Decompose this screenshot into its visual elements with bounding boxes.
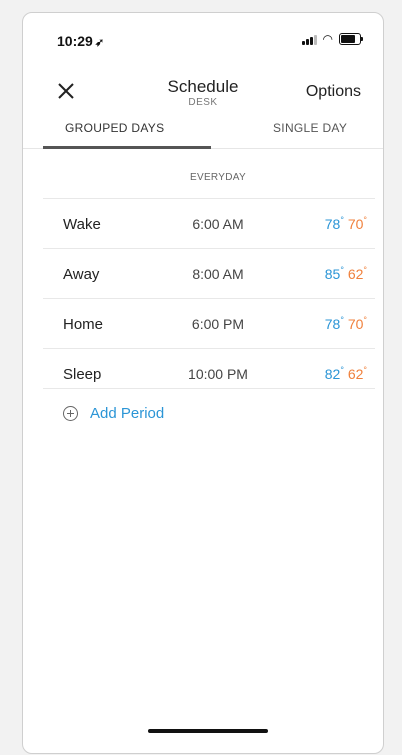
options-button[interactable]: Options	[306, 83, 361, 101]
period-name: Away	[63, 266, 100, 283]
period-time: 10:00 PM	[188, 366, 248, 382]
tab-single-day[interactable]: SINGLE DAY	[273, 121, 347, 135]
degree-symbol: °	[340, 265, 344, 275]
column-header-everyday: EVERYDAY	[190, 172, 246, 183]
add-period-button[interactable]: Add Period	[63, 405, 164, 422]
period-row-wake[interactable]: Wake 6:00 AM 78° 70°	[43, 198, 375, 249]
period-name: Sleep	[63, 366, 102, 383]
clock: 10:29	[57, 33, 93, 49]
degree-symbol: °	[363, 215, 367, 225]
heat-setpoint: 62	[347, 266, 364, 282]
period-name: Wake	[63, 216, 101, 233]
cool-setpoint: 82	[324, 366, 341, 382]
cool-setpoint: 78	[324, 316, 341, 332]
status-time: 10:29 ➶	[57, 33, 104, 49]
add-period-label: Add Period	[90, 405, 165, 422]
degree-symbol: °	[363, 365, 367, 375]
period-time: 8:00 AM	[192, 266, 244, 282]
location-arrow-icon: ➶	[94, 37, 105, 49]
tab-grouped-days[interactable]: GROUPED DAYS	[65, 121, 164, 135]
battery-icon	[339, 33, 363, 45]
plus-circle-icon	[63, 406, 78, 421]
period-setpoints: 85° 62°	[324, 265, 367, 282]
heat-setpoint: 62	[347, 366, 364, 382]
period-row-sleep[interactable]: Sleep 10:00 PM 82° 62°	[43, 348, 375, 399]
degree-symbol: °	[363, 265, 367, 275]
status-icons: ◠	[301, 32, 363, 46]
period-setpoints: 78° 70°	[324, 215, 367, 232]
cool-setpoint: 85	[324, 266, 341, 282]
heat-setpoint: 70	[347, 316, 364, 332]
period-name: Home	[63, 316, 104, 333]
wifi-icon: ◠	[322, 32, 333, 46]
period-row-home[interactable]: Home 6:00 PM 78° 70°	[43, 298, 375, 349]
degree-symbol: °	[340, 315, 344, 325]
active-tab-indicator	[43, 146, 211, 149]
status-bar: 10:29 ➶ ◠	[23, 13, 383, 53]
degree-symbol: °	[340, 365, 344, 375]
list-divider	[43, 388, 375, 389]
period-time: 6:00 AM	[192, 216, 244, 232]
period-time: 6:00 PM	[191, 316, 245, 332]
period-setpoints: 82° 62°	[324, 365, 367, 382]
signal-icon	[301, 34, 317, 45]
heat-setpoint: 70	[347, 216, 364, 232]
degree-symbol: °	[363, 315, 367, 325]
phone-screen: 10:29 ➶ ◠ Schedule DESK Options GROUPED D…	[22, 12, 384, 754]
period-setpoints: 78° 70°	[324, 315, 367, 332]
cool-setpoint: 78	[324, 216, 341, 232]
home-indicator[interactable]	[148, 729, 268, 733]
period-row-away[interactable]: Away 8:00 AM 85° 62°	[43, 248, 375, 299]
degree-symbol: °	[340, 215, 344, 225]
